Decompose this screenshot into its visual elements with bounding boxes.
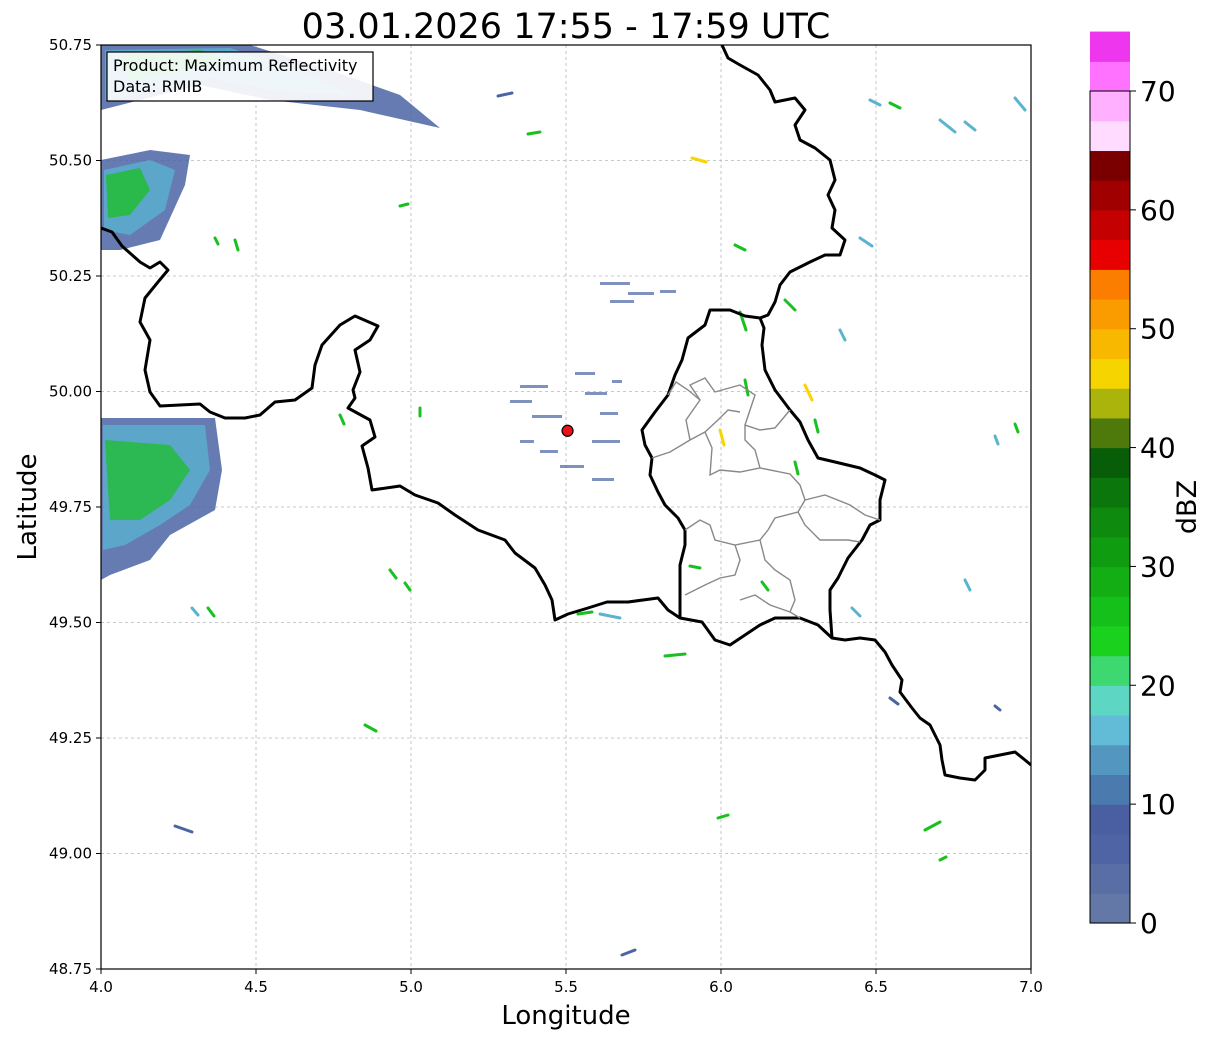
info-data-source: Data: RMIB: [113, 77, 202, 96]
colorbar-tick-label: 40: [1140, 432, 1176, 465]
x-tick-label: 6.5: [864, 978, 888, 996]
x-tick-label: 4.0: [89, 978, 113, 996]
colorbar-segment: [1090, 358, 1130, 389]
y-axis-label: Latitude: [13, 453, 43, 560]
colorbar-segment: [1090, 388, 1130, 419]
y-tick-label: 50.50: [49, 152, 92, 170]
info-box: Product: Maximum Reflectivity Data: RMIB: [106, 51, 374, 102]
colorbar-segment: [1090, 477, 1130, 508]
colorbar-segment: [1090, 328, 1130, 360]
colorbar-segment: [1090, 893, 1130, 924]
colorbar-segment: [1090, 239, 1130, 270]
radar-site-marker[interactable]: [561, 424, 574, 437]
colorbar-segment: [1090, 625, 1130, 657]
colorbar-segment: [1090, 744, 1130, 776]
colorbar-segment: [1090, 447, 1130, 478]
colorbar-tick-label: 0: [1140, 907, 1158, 940]
colorbar-segment: [1090, 269, 1130, 300]
x-tick-label: 4.5: [244, 978, 268, 996]
radar-figure: 03.01.2026 17:55 - 17:59 UTC Product: Ma…: [13, 7, 1203, 1031]
map-plot-area[interactable]: [101, 45, 1031, 969]
x-tick-label: 7.0: [1019, 978, 1043, 996]
y-tick-label: 48.75: [49, 960, 92, 978]
colorbar-segment: [1090, 417, 1130, 449]
colorbar-segment: [1090, 715, 1130, 746]
colorbar-segment: [1090, 566, 1130, 597]
colorbar-segment: [1090, 31, 1130, 62]
y-tick-label: 49.75: [49, 498, 92, 516]
colorbar: [1090, 31, 1130, 924]
colorbar-tick-label: 20: [1140, 669, 1176, 702]
colorbar-segment: [1090, 774, 1130, 805]
y-tick-label: 49.50: [49, 614, 92, 632]
colorbar-segment: [1090, 507, 1130, 538]
colorbar-tick-label: 30: [1140, 550, 1176, 583]
colorbar-ticks: 0 10 20 30 40 50 60 70: [1130, 75, 1176, 940]
map-title: 03.01.2026 17:55 - 17:59 UTC: [302, 7, 831, 47]
y-tick-label: 50.25: [49, 267, 92, 285]
colorbar-tick-label: 10: [1140, 788, 1176, 821]
colorbar-tick-label: 50: [1140, 313, 1176, 346]
colorbar-segment: [1090, 655, 1130, 686]
colorbar-segment: [1090, 833, 1130, 865]
y-tick-label: 50.75: [49, 36, 92, 54]
colorbar-segment: [1090, 863, 1130, 894]
colorbar-segment: [1090, 536, 1130, 568]
y-tick-label: 49.25: [49, 729, 92, 747]
colorbar-segment: [1090, 61, 1130, 92]
x-tick-label: 6.0: [709, 978, 733, 996]
colorbar-tick-label: 70: [1140, 75, 1176, 108]
colorbar-segment: [1090, 91, 1130, 122]
colorbar-segment: [1090, 180, 1130, 211]
colorbar-segment: [1090, 299, 1130, 330]
info-product: Product: Maximum Reflectivity: [113, 56, 357, 75]
colorbar-segment: [1090, 804, 1130, 835]
colorbar-segment: [1090, 120, 1130, 152]
colorbar-label: dBZ: [1172, 480, 1203, 534]
x-tick-label: 5.0: [399, 978, 423, 996]
x-tick-label: 5.5: [554, 978, 578, 996]
colorbar-tick-label: 60: [1140, 194, 1176, 227]
colorbar-segment: [1090, 209, 1130, 241]
x-axis-label: Longitude: [501, 1001, 630, 1031]
y-axis-ticks: 50.75 50.50 50.25 50.00 49.75 49.50 49.25 49.00…: [49, 36, 101, 978]
colorbar-segment: [1090, 685, 1130, 716]
x-axis-ticks: 4.0 4.5 5.0 5.5 6.0 6.5 7.0: [89, 969, 1043, 996]
y-tick-label: 49.00: [49, 845, 92, 863]
y-tick-label: 50.00: [49, 383, 92, 401]
colorbar-segment: [1090, 150, 1130, 181]
colorbar-segment: [1090, 596, 1130, 627]
